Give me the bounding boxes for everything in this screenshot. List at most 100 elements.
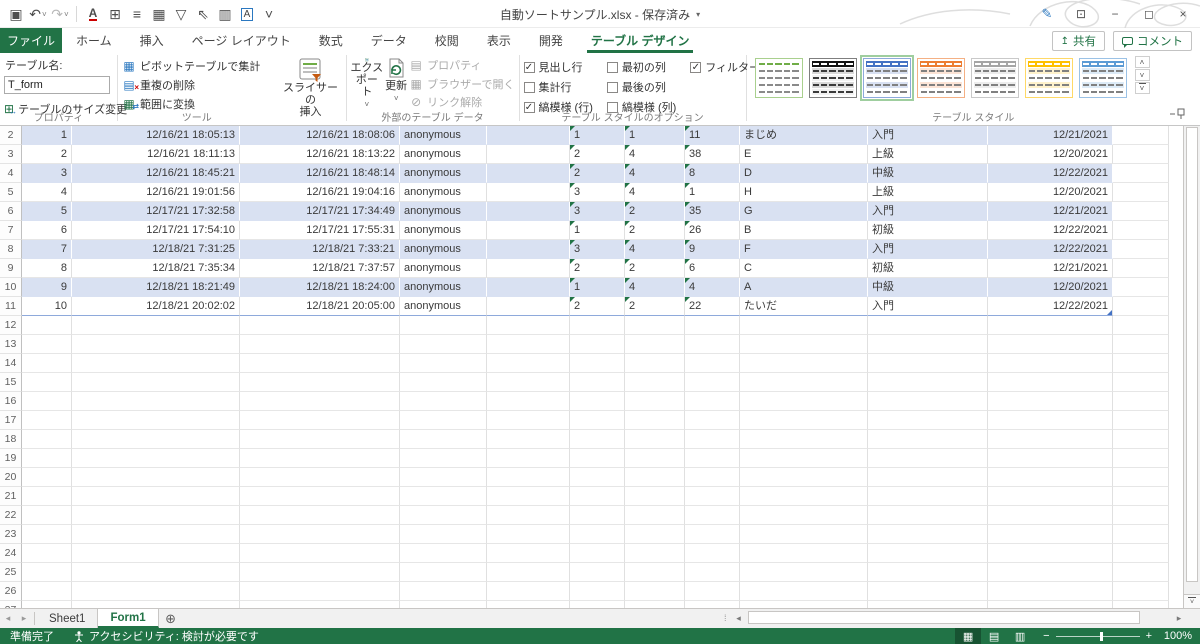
cell[interactable] — [685, 525, 740, 544]
cell[interactable] — [625, 373, 685, 392]
cell[interactable] — [1113, 335, 1169, 354]
cell[interactable] — [685, 468, 740, 487]
cell[interactable] — [740, 354, 868, 373]
cell[interactable]: 8 — [22, 259, 72, 278]
cell[interactable]: 12/18/21 20:05:00 — [240, 297, 400, 316]
remove-duplicates-button[interactable]: ▤ × 重複の削除 — [122, 75, 272, 94]
cell[interactable] — [240, 506, 400, 525]
cell[interactable]: 12/18/21 7:33:21 — [240, 240, 400, 259]
cell[interactable]: 12/16/21 18:45:21 — [72, 164, 240, 183]
comment-button[interactable]: コメント — [1113, 31, 1192, 51]
cell[interactable] — [1113, 392, 1169, 411]
new-sheet-button[interactable]: ⊕ — [159, 609, 183, 628]
cell[interactable]: 2 — [570, 145, 625, 164]
sheet-tab-form1[interactable]: Form1 — [98, 609, 159, 628]
cell[interactable]: A — [740, 278, 868, 297]
cell[interactable]: 12/18/21 20:02:02 — [72, 297, 240, 316]
cell[interactable] — [400, 373, 487, 392]
cell[interactable] — [487, 544, 570, 563]
cell[interactable] — [1113, 525, 1169, 544]
cell[interactable] — [1113, 373, 1169, 392]
cell[interactable]: 2 — [22, 145, 72, 164]
cell[interactable]: 12/21/2021 — [988, 259, 1113, 278]
cell[interactable] — [1113, 487, 1169, 506]
scrollbar-options-icon[interactable]: ˅ — [1184, 594, 1200, 608]
row-header[interactable]: 10 — [0, 278, 22, 297]
cell[interactable] — [685, 601, 740, 608]
tab-r3[interactable]: 数式 — [305, 28, 357, 53]
cell[interactable] — [740, 525, 868, 544]
cell[interactable] — [72, 582, 240, 601]
cell[interactable] — [400, 392, 487, 411]
cell[interactable]: 3 — [22, 164, 72, 183]
cell[interactable]: 12/20/2021 — [988, 145, 1113, 164]
cell[interactable]: 初級 — [868, 259, 988, 278]
cell[interactable]: E — [740, 145, 868, 164]
cell[interactable] — [740, 601, 868, 608]
cell[interactable] — [625, 430, 685, 449]
cell[interactable]: 6 — [685, 259, 740, 278]
cell[interactable] — [1113, 259, 1169, 278]
tab-r6[interactable]: 表示 — [473, 28, 525, 53]
row-header[interactable]: 11 — [0, 297, 22, 316]
cell[interactable] — [1113, 202, 1169, 221]
cell[interactable]: 12/21/2021 — [988, 126, 1113, 145]
accessibility-status[interactable]: アクセシビリティ: 検討が必要です — [64, 628, 269, 644]
cell[interactable]: 12/22/2021 — [988, 164, 1113, 183]
cell[interactable] — [22, 335, 72, 354]
cell[interactable]: 12/16/21 19:01:56 — [72, 183, 240, 202]
filter-icon[interactable]: ▽ — [171, 3, 191, 25]
cell[interactable] — [740, 373, 868, 392]
checkbox[interactable] — [606, 81, 618, 93]
row-header[interactable]: 24 — [0, 544, 22, 563]
cell[interactable] — [625, 506, 685, 525]
cell[interactable] — [1113, 430, 1169, 449]
checkbox[interactable] — [523, 81, 535, 93]
cell[interactable]: 2 — [570, 164, 625, 183]
ribbon-display-options-icon[interactable]: ⊡ — [1064, 0, 1098, 28]
zoom-out-button[interactable]: − — [1043, 630, 1049, 642]
tab-file[interactable]: ファイル — [0, 28, 62, 53]
cell[interactable]: 12/20/2021 — [988, 278, 1113, 297]
cell[interactable]: anonymous — [400, 202, 487, 221]
cell[interactable]: 4 — [625, 145, 685, 164]
row-header[interactable]: 17 — [0, 411, 22, 430]
cell[interactable] — [72, 373, 240, 392]
cell[interactable] — [988, 487, 1113, 506]
cell[interactable]: 中級 — [868, 164, 988, 183]
cell[interactable]: 12/17/21 17:32:58 — [72, 202, 240, 221]
cell[interactable] — [868, 335, 988, 354]
cell[interactable] — [487, 354, 570, 373]
row-header[interactable]: 27 — [0, 601, 22, 608]
cell[interactable] — [868, 487, 988, 506]
horizontal-scrollbar[interactable]: ⁞ ◂ ▸ — [724, 610, 1186, 626]
redo-icon[interactable]: ↷ ˅ — [50, 3, 70, 25]
cell[interactable]: 12/18/21 18:24:00 — [240, 278, 400, 297]
cell[interactable] — [22, 544, 72, 563]
cell[interactable] — [240, 335, 400, 354]
cell[interactable] — [988, 544, 1113, 563]
cell[interactable]: 38 — [685, 145, 740, 164]
gallery-more-button[interactable]: ˅ — [1134, 82, 1150, 94]
cell[interactable]: 12/17/21 17:55:31 — [240, 221, 400, 240]
cell[interactable] — [625, 468, 685, 487]
cell[interactable]: 12/18/21 7:31:25 — [72, 240, 240, 259]
row-header[interactable]: 9 — [0, 259, 22, 278]
table-style-medium-gray[interactable] — [970, 58, 1019, 98]
cell[interactable]: 2 — [625, 202, 685, 221]
row-header[interactable]: 16 — [0, 392, 22, 411]
cell[interactable] — [625, 525, 685, 544]
cell[interactable] — [868, 392, 988, 411]
cell[interactable]: anonymous — [400, 183, 487, 202]
cell[interactable] — [570, 335, 625, 354]
page-layout-view-button[interactable]: ▤ — [981, 628, 1007, 644]
cell[interactable] — [868, 430, 988, 449]
cell[interactable]: 1 — [625, 126, 685, 145]
cell[interactable]: 4 — [625, 183, 685, 202]
cell[interactable] — [72, 601, 240, 608]
cell[interactable] — [740, 316, 868, 335]
row-header[interactable]: 20 — [0, 468, 22, 487]
cell[interactable] — [22, 392, 72, 411]
cell[interactable] — [72, 563, 240, 582]
cell[interactable] — [487, 297, 570, 316]
